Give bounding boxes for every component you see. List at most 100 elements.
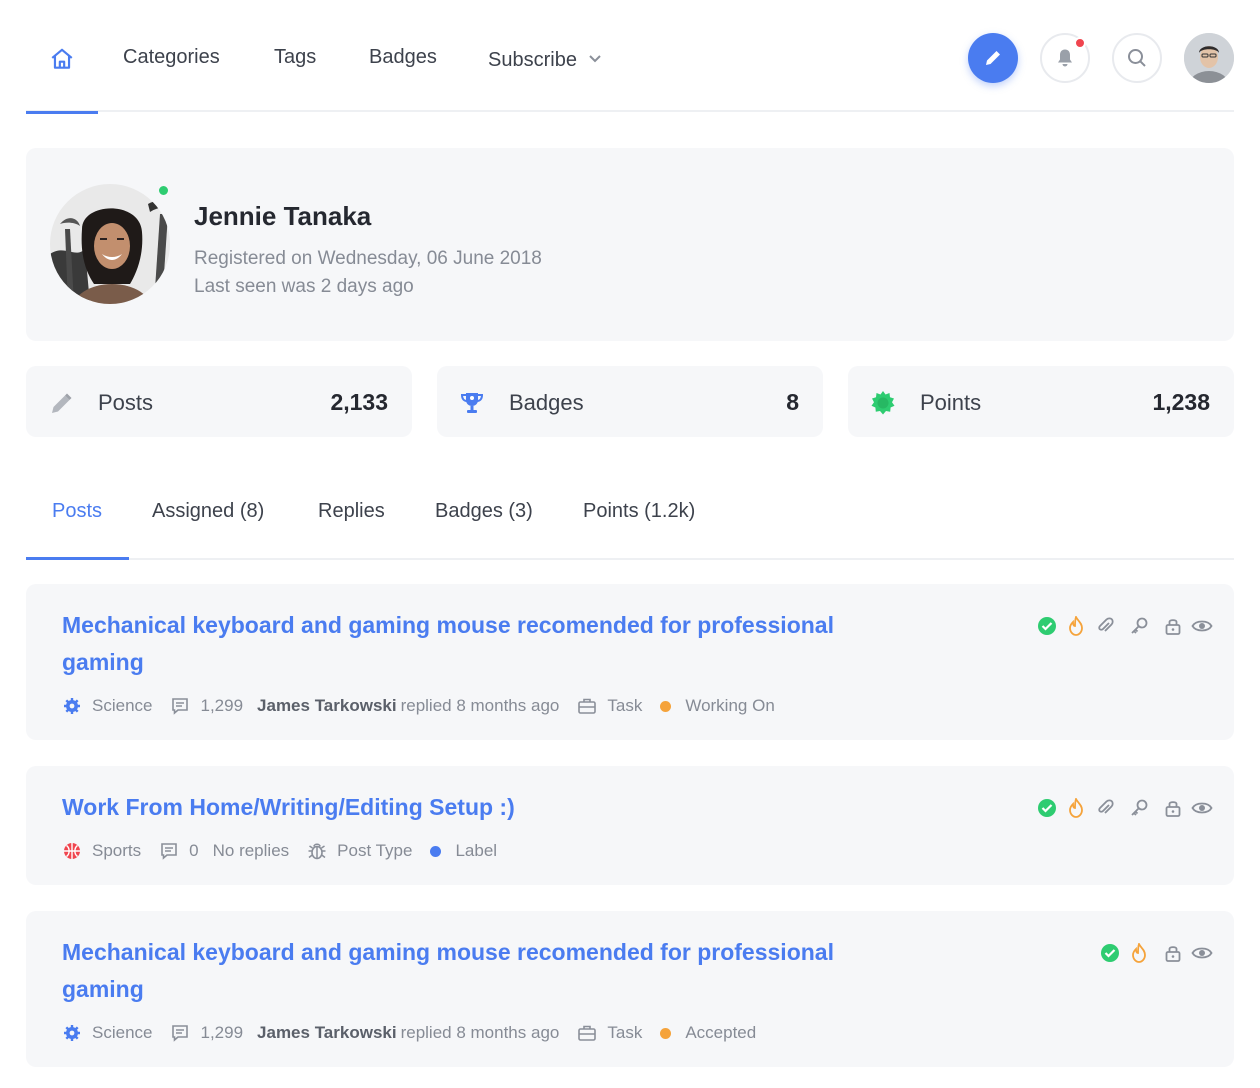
post-type: Task <box>607 1023 643 1042</box>
check-circle-icon <box>1035 614 1059 638</box>
status-dot <box>660 700 672 712</box>
profile-card: Jennie Tanaka Registered on Wednesday, 0… <box>26 148 1234 341</box>
tab-replies[interactable]: Replies <box>318 500 385 523</box>
briefcase-icon <box>577 696 597 716</box>
post-title[interactable]: Mechanical keyboard and gaming mouse rec… <box>62 934 862 1008</box>
basketball-icon <box>62 841 82 861</box>
eye-icon <box>1190 941 1214 965</box>
post-card[interactable]: Mechanical keyboard and gaming mouse rec… <box>26 584 1234 740</box>
notifications-button[interactable] <box>1040 33 1090 83</box>
trophy-icon <box>459 390 485 416</box>
search-button[interactable] <box>1112 33 1162 83</box>
user-avatar[interactable] <box>1184 33 1234 83</box>
lock-icon <box>1161 941 1185 965</box>
tab-badges[interactable]: Badges (3) <box>435 500 533 523</box>
nav-tags[interactable]: Tags <box>274 46 316 69</box>
stat-badges-label: Badges <box>509 390 584 415</box>
comment-icon <box>159 841 179 861</box>
post-title[interactable]: Work From Home/Writing/Editing Setup :) <box>62 789 862 826</box>
tab-active-indicator <box>26 557 129 560</box>
post-status-icons <box>1030 614 1214 638</box>
reply-count: 1,299 <box>200 696 244 715</box>
last-seen: Last seen was 2 days ago <box>194 276 414 297</box>
nav-subscribe-label: Subscribe <box>488 49 577 71</box>
flame-icon <box>1064 614 1088 638</box>
flame-icon <box>1064 796 1088 820</box>
post-category[interactable]: Sports <box>92 841 141 861</box>
post-meta: Sports 0 No replies Post Type Label <box>62 839 497 863</box>
pencil-icon <box>986 51 1000 65</box>
profile-name: Jennie Tanaka <box>194 201 372 231</box>
status-dot <box>660 1027 672 1039</box>
stat-posts-value: 2,133 <box>330 389 388 415</box>
post-status: Accepted <box>685 1023 757 1042</box>
profile-avatar <box>50 184 170 304</box>
eye-icon <box>1190 796 1214 820</box>
profile-tabs: Posts Assigned (8) Replies Badges (3) Po… <box>26 470 1234 560</box>
nav-badges[interactable]: Badges <box>369 46 437 69</box>
status-dot <box>430 845 442 857</box>
tab-points[interactable]: Points (1.2k) <box>583 500 695 523</box>
stat-points-label: Points <box>920 390 982 415</box>
check-circle-icon <box>1098 941 1122 965</box>
post-category[interactable]: Science <box>92 1023 152 1043</box>
post-status-icons <box>1030 796 1214 820</box>
comment-icon <box>170 696 190 716</box>
search-icon <box>1128 49 1146 67</box>
reply-count: 0 <box>189 841 199 860</box>
registered-date: Registered on Wednesday, 06 June 2018 <box>194 248 542 269</box>
new-post-button[interactable] <box>968 33 1018 83</box>
top-navigation: Categories Tags Badges Subscribe <box>26 0 1234 114</box>
bell-icon <box>1058 49 1072 67</box>
reply-user[interactable]: James Tarkowski <box>257 1023 397 1043</box>
post-meta: Science 1,299 James Tarkowski replied 8 … <box>62 1021 756 1045</box>
reply-count: 1,299 <box>200 1023 244 1042</box>
gear-icon <box>62 696 82 716</box>
nav-active-indicator <box>26 111 98 114</box>
lock-icon <box>1161 796 1185 820</box>
badge-star-icon <box>870 390 896 416</box>
post-meta: Science 1,299 James Tarkowski replied 8 … <box>62 694 775 718</box>
reply-time: replied 8 months ago <box>400 696 560 715</box>
stat-badges-value: 8 <box>786 389 799 415</box>
user-avatar-image <box>1184 33 1234 83</box>
post-card[interactable]: Mechanical keyboard and gaming mouse rec… <box>26 911 1234 1067</box>
reply-time: No replies <box>212 841 290 860</box>
reply-user[interactable]: James Tarkowski <box>257 696 397 716</box>
chevron-down-icon <box>589 46 601 69</box>
tab-posts[interactable]: Posts <box>52 500 102 523</box>
online-status-dot <box>157 184 170 197</box>
check-circle-icon <box>1035 796 1059 820</box>
post-status-icons <box>1093 941 1214 965</box>
paperclip-icon <box>1093 796 1117 820</box>
stat-badges: Badges 8 <box>437 366 823 437</box>
tab-assigned[interactable]: Assigned (8) <box>152 500 264 523</box>
post-type: Task <box>607 696 643 715</box>
post-title[interactable]: Mechanical keyboard and gaming mouse rec… <box>62 607 862 681</box>
lock-icon <box>1161 614 1185 638</box>
bug-icon <box>307 841 327 861</box>
nav-home[interactable] <box>26 30 98 114</box>
post-type: Post Type <box>337 841 413 860</box>
post-status: Label <box>455 841 498 860</box>
gear-icon <box>62 1023 82 1043</box>
home-icon <box>51 48 73 69</box>
post-category[interactable]: Science <box>92 696 152 716</box>
flame-icon <box>1127 941 1151 965</box>
notification-dot <box>1074 37 1086 49</box>
post-status: Working On <box>685 696 775 715</box>
reply-time: replied 8 months ago <box>400 1023 560 1042</box>
stat-posts: Posts 2,133 <box>26 366 412 437</box>
nav-subscribe[interactable]: Subscribe <box>488 46 601 72</box>
pencil-icon <box>48 390 74 416</box>
post-card[interactable]: Work From Home/Writing/Editing Setup :) … <box>26 766 1234 885</box>
nav-categories[interactable]: Categories <box>123 46 220 69</box>
stat-points-value: 1,238 <box>1152 389 1210 415</box>
comment-icon <box>170 1023 190 1043</box>
key-icon <box>1127 796 1151 820</box>
paperclip-icon <box>1093 614 1117 638</box>
key-icon <box>1127 614 1151 638</box>
briefcase-icon <box>577 1023 597 1043</box>
stat-posts-label: Posts <box>98 390 154 415</box>
eye-icon <box>1190 614 1214 638</box>
